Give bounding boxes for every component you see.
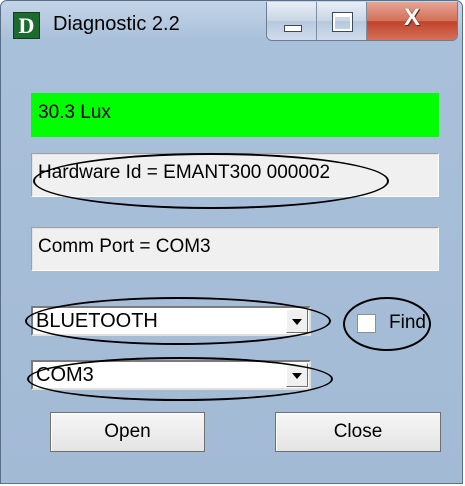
com-port-value: COM3 [36,364,94,386]
chevron-down-icon[interactable] [286,309,308,333]
connection-type-value: BLUETOOTH [36,310,158,332]
hardware-id-readout: Hardware Id = EMANT300 000002 [31,153,439,197]
window-title: Diagnostic 2.2 [53,13,180,35]
chevron-down-icon[interactable] [286,363,308,387]
minimize-button[interactable] [267,2,317,40]
open-button[interactable]: Open [50,412,205,452]
close-icon: X [403,4,420,31]
maximize-button[interactable] [317,2,367,40]
title-bar[interactable]: D Diagnostic 2.2 X [1,1,462,53]
maximize-icon [332,12,353,32]
comm-port-readout: Comm Port = COM3 [31,227,439,271]
find-checkbox[interactable] [357,314,376,333]
close-window-button[interactable]: X [367,2,457,40]
connection-type-select[interactable]: BLUETOOTH [31,306,311,336]
minimize-icon [284,25,302,32]
app-icon[interactable]: D [13,12,40,39]
find-label[interactable]: Find [389,312,426,334]
lux-readout: 30.3 Lux [31,93,439,137]
com-port-select[interactable]: COM3 [31,360,311,390]
close-button[interactable]: Close [275,412,441,452]
window-controls: X [266,2,458,41]
